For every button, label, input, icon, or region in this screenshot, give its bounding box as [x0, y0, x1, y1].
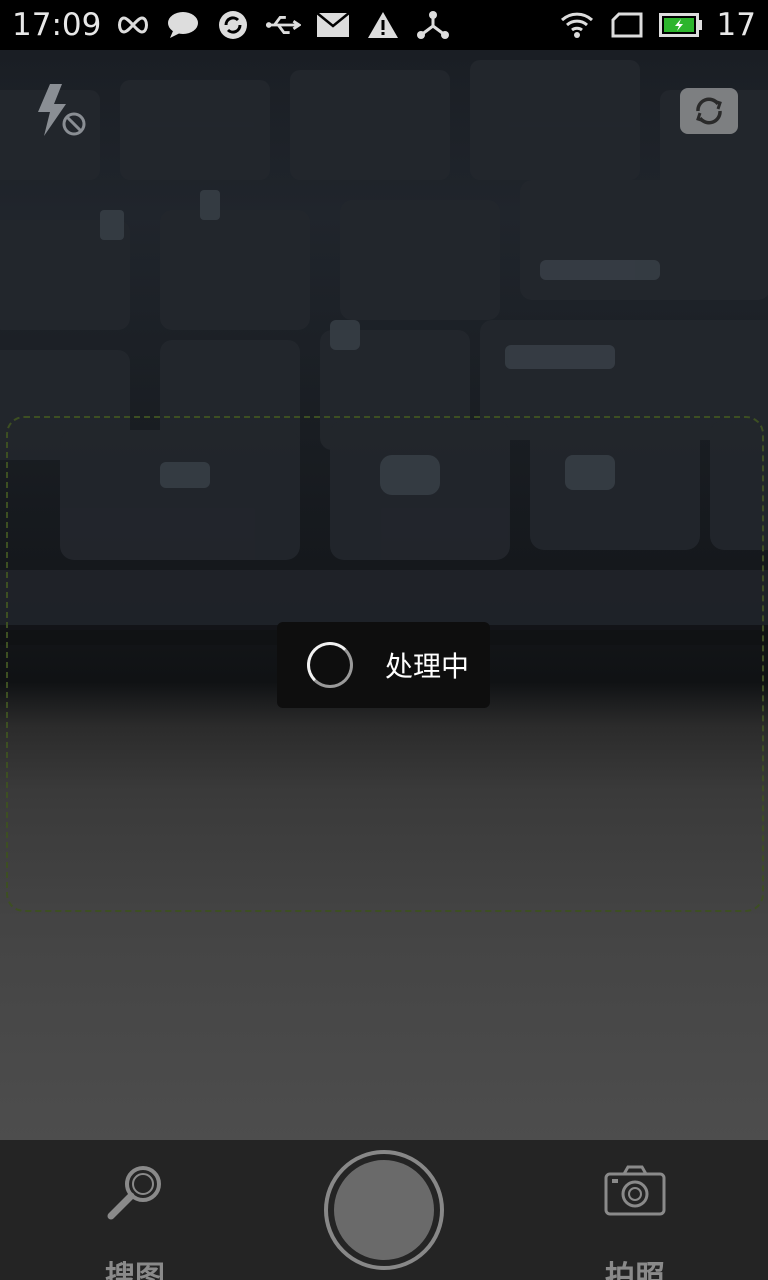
sync-icon — [215, 10, 251, 40]
bottom-bar: 搜图 拍照 — [0, 1140, 768, 1280]
search-image-button[interactable]: 搜图 — [90, 1160, 180, 1280]
camera-icon — [604, 1165, 666, 1216]
notification-icons — [115, 10, 451, 40]
switch-camera-icon — [696, 97, 722, 125]
processing-text: 处理中 — [385, 650, 470, 683]
usb-icon — [265, 10, 302, 40]
processing-dialog: 处理中 — [277, 622, 490, 708]
shutter-button[interactable] — [324, 1150, 444, 1270]
mail-icon — [315, 10, 351, 40]
status-time: 17:09 — [12, 7, 102, 43]
take-photo-label: 拍照 — [605, 1260, 665, 1280]
infinity-icon — [115, 10, 151, 40]
flash-toggle-button[interactable] — [30, 82, 90, 142]
switch-camera-button[interactable] — [680, 88, 738, 134]
system-icons: 17 — [559, 7, 756, 43]
loading-spinner-icon — [307, 642, 353, 688]
take-photo-button[interactable]: 拍照 — [590, 1160, 680, 1280]
shutter-inner — [334, 1160, 434, 1260]
chat-icon — [165, 10, 201, 40]
battery-level: 17 — [716, 7, 756, 43]
status-bar: 17:09 17 — [0, 0, 768, 50]
search-icon — [107, 1166, 161, 1220]
search-image-label: 搜图 — [105, 1260, 165, 1280]
flash-off-icon — [38, 84, 86, 136]
warning-icon — [365, 10, 401, 40]
battery-icon — [658, 10, 703, 40]
wifi-icon — [559, 10, 595, 40]
camera-viewfinder[interactable]: 处理中 — [0, 50, 768, 1140]
sim-icon — [609, 10, 645, 40]
share-icon — [415, 10, 451, 40]
